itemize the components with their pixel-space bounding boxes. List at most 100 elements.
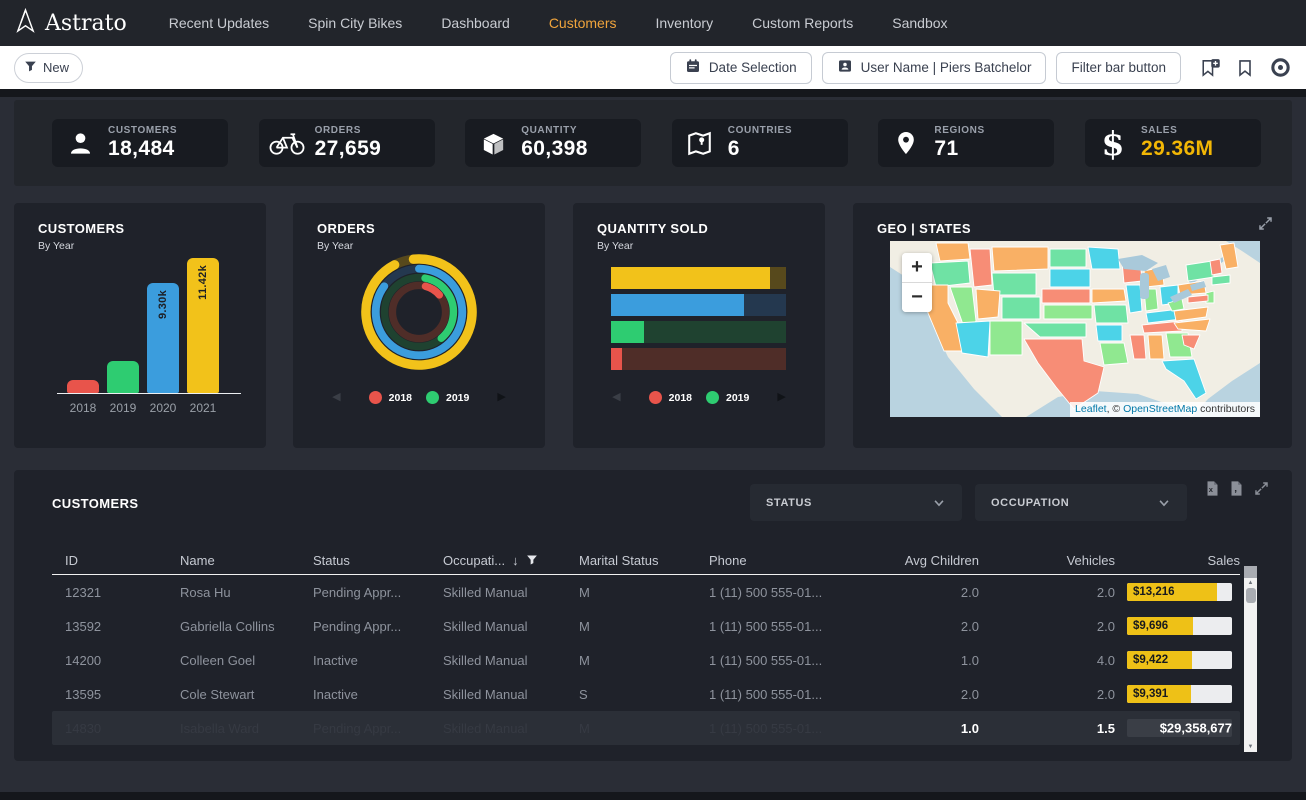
leaflet-map[interactable]: + − Leaflet, © OpenStreetMap contributor…	[890, 241, 1260, 417]
cell-id: 13595	[52, 687, 180, 702]
toolbar-icons	[1199, 56, 1292, 79]
nav-item-sandbox[interactable]: Sandbox	[892, 15, 947, 31]
donut-rings-chart[interactable]	[360, 253, 478, 376]
legend-prev-icon[interactable]: ◀	[332, 392, 340, 403]
chart-title: QUANTITY SOLD	[597, 221, 708, 236]
new-filter-button[interactable]: New	[14, 53, 83, 83]
attribution-suffix: contributors	[1197, 403, 1255, 415]
kpi-label: QUANTITY	[521, 125, 588, 136]
column-header-occupati-[interactable]: Occupati...↓	[443, 553, 579, 568]
legend-item-2018[interactable]: 2018	[369, 391, 412, 404]
funnel-icon	[24, 60, 37, 76]
user-name-button[interactable]: User Name | Piers Batchelor	[822, 52, 1047, 84]
customers-chart-panel: CUSTOMERS By Year 9.30k11.42k 2018201920…	[14, 203, 266, 448]
hbar-2018[interactable]	[611, 348, 786, 370]
cell-sales: $9,391	[1115, 685, 1240, 703]
x-tick-2021: 2021	[187, 401, 219, 415]
pin-icon	[878, 130, 934, 156]
export-excel-icon[interactable]: x	[1205, 480, 1220, 497]
scrollbar-cap[interactable]	[1244, 566, 1257, 578]
nav-item-recent-updates[interactable]: Recent Updates	[169, 15, 269, 31]
osm-link[interactable]: OpenStreetMap	[1123, 403, 1197, 415]
kpi-card-orders[interactable]: ORDERS27,659	[259, 119, 435, 167]
cell-name: Gabriella Collins	[180, 619, 313, 634]
kpi-card-customers[interactable]: CUSTOMERS18,484	[52, 119, 228, 167]
status-dropdown[interactable]: STATUS	[750, 484, 962, 521]
calendar-icon	[685, 58, 701, 77]
kpi-label: CUSTOMERS	[108, 125, 177, 136]
scrollbar-thumb[interactable]	[1246, 588, 1256, 603]
scroll-up-icon[interactable]: ▲	[1244, 580, 1257, 586]
geo-title: GEO | STATES	[877, 221, 971, 236]
kpi-value: 29.36M	[1141, 137, 1213, 161]
legend-item-2019[interactable]: 2019	[426, 391, 469, 404]
table-row[interactable]: 13595Cole StewartInactiveSkilled ManualS…	[52, 677, 1240, 711]
legend-next-icon[interactable]: ▶	[497, 392, 505, 403]
column-header-marital-status[interactable]: Marital Status	[579, 553, 709, 568]
cell-occupation: Skilled Manual	[443, 687, 579, 702]
bar-2020[interactable]: 9.30k	[147, 283, 179, 393]
column-header-id[interactable]: ID	[52, 553, 180, 568]
nav-item-dashboard[interactable]: Dashboard	[441, 15, 510, 31]
legend-next-icon[interactable]: ▶	[777, 392, 785, 403]
bar-2018[interactable]	[67, 380, 99, 393]
legend-item-2019[interactable]: 2019	[706, 391, 749, 404]
new-filter-label: New	[43, 60, 69, 75]
filter-bar-button[interactable]: Filter bar button	[1056, 52, 1181, 84]
leaflet-link[interactable]: Leaflet	[1075, 403, 1107, 415]
legend-item-2018[interactable]: 2018	[649, 391, 692, 404]
user-badge-icon	[837, 58, 853, 77]
expand-icon[interactable]	[1257, 215, 1274, 237]
bookmark-icon[interactable]	[1235, 58, 1255, 78]
hbar-2019[interactable]	[611, 321, 786, 343]
bar-2019[interactable]	[107, 361, 139, 393]
sort-desc-icon[interactable]: ↓	[512, 553, 519, 568]
kpi-card-sales[interactable]: $SALES29.36M	[1085, 119, 1261, 167]
column-header-phone[interactable]: Phone	[709, 553, 865, 568]
table-row[interactable]: 13592Gabriella CollinsPending Appr...Ski…	[52, 609, 1240, 643]
kpi-card-regions[interactable]: REGIONS71	[878, 119, 1054, 167]
nav-item-custom-reports[interactable]: Custom Reports	[752, 15, 853, 31]
year-legend: ◀ 2018 2019 ▶	[573, 391, 825, 404]
geo-panel: GEO | STATES	[853, 203, 1292, 448]
column-header-vehicles[interactable]: Vehicles	[979, 553, 1115, 568]
expand-icon[interactable]	[1253, 480, 1270, 497]
legend-prev-icon[interactable]: ◀	[612, 392, 620, 403]
occupation-dropdown[interactable]: OCCUPATION	[975, 484, 1187, 521]
eye-icon[interactable]	[1269, 56, 1292, 79]
customers-table-panel: CUSTOMERS STATUS OCCUPATION x , IDNameSt…	[14, 470, 1292, 761]
date-selection-label: Date Selection	[709, 60, 797, 75]
column-header-sales[interactable]: Sales	[1115, 553, 1240, 568]
export-csv-icon[interactable]: ,	[1229, 480, 1244, 497]
zoom-in-button[interactable]: +	[902, 253, 932, 283]
kpi-value: 60,398	[521, 137, 588, 161]
user-name-label: User Name | Piers Batchelor	[861, 60, 1032, 75]
zoom-out-button[interactable]: −	[902, 283, 932, 312]
nav-item-inventory[interactable]: Inventory	[656, 15, 714, 31]
brand[interactable]: Astrato	[14, 8, 127, 38]
kpi-card-quantity[interactable]: QUANTITY60,398	[465, 119, 641, 167]
bar-2021[interactable]: 11.42k	[187, 258, 219, 393]
bookmark-add-icon[interactable]	[1199, 57, 1221, 79]
nav-item-spin-city-bikes[interactable]: Spin City Bikes	[308, 15, 402, 31]
column-header-avg-children[interactable]: Avg Children	[865, 553, 979, 568]
hbar-2021[interactable]	[611, 267, 786, 289]
table-action-icons: x ,	[1205, 480, 1270, 497]
column-header-name[interactable]: Name	[180, 553, 313, 568]
cell-vehicles: 2.0	[979, 619, 1115, 634]
table-row[interactable]: 12321Rosa HuPending Appr...Skilled Manua…	[52, 575, 1240, 609]
scroll-down-icon[interactable]: ▼	[1244, 744, 1257, 750]
date-selection-button[interactable]: Date Selection	[670, 52, 812, 84]
kpi-card-countries[interactable]: COUNTRIES6	[672, 119, 848, 167]
map-attribution: Leaflet, © OpenStreetMap contributors	[1070, 402, 1260, 417]
table-totals-row: 14830Isabella WardPending Appr...Skilled…	[52, 711, 1240, 745]
column-filter-icon[interactable]	[526, 554, 538, 566]
cell-avg-children: 2.0	[865, 619, 979, 634]
table-scrollbar[interactable]: ▲ ▼	[1244, 566, 1257, 752]
cell-marital: M	[579, 585, 709, 600]
map-zoom-control: + −	[902, 253, 932, 312]
table-row[interactable]: 14200Colleen GoelInactiveSkilled ManualM…	[52, 643, 1240, 677]
nav-item-customers[interactable]: Customers	[549, 15, 617, 31]
column-header-status[interactable]: Status	[313, 553, 443, 568]
hbar-2020[interactable]	[611, 294, 786, 316]
